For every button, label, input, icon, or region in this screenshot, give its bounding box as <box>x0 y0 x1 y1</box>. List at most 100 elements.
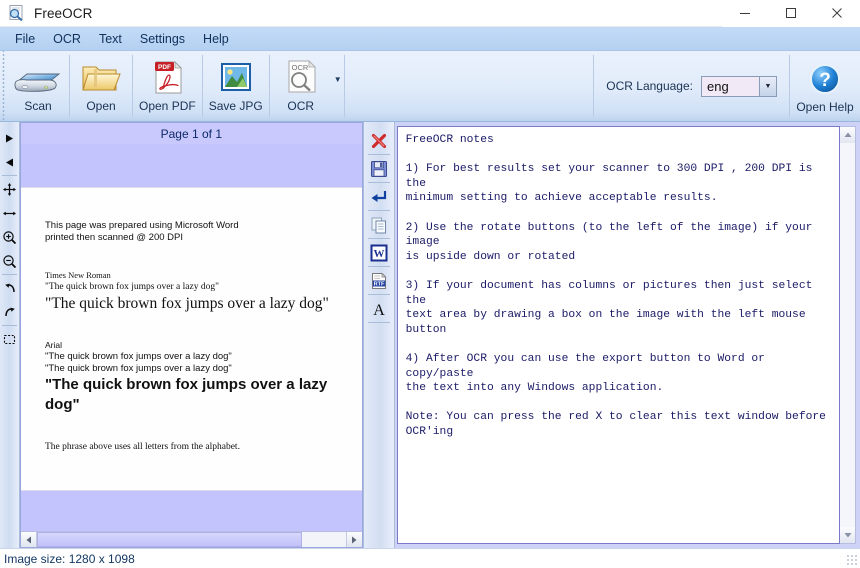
menu-file[interactable]: File <box>6 28 44 50</box>
ocr-language-label: OCR Language: <box>606 79 693 93</box>
ocr-dropdown-caret-icon[interactable]: ▼ <box>332 75 344 98</box>
copy-text-button[interactable] <box>365 211 393 238</box>
menu-ocr[interactable]: OCR <box>44 28 90 50</box>
work-area: Page 1 of 1 This page was prepared using… <box>0 122 860 548</box>
title-bar: FreeOCR <box>0 0 860 27</box>
svg-text:W: W <box>373 248 384 260</box>
menu-help[interactable]: Help <box>194 28 238 50</box>
scroll-thumb[interactable] <box>37 532 303 547</box>
scroll-track[interactable] <box>37 532 346 547</box>
toolbar-grip[interactable] <box>0 51 7 121</box>
open-pdf-button[interactable]: PDF Open PDF <box>133 51 202 121</box>
divider <box>2 325 17 326</box>
ocr-language-value: eng <box>707 78 729 94</box>
pan-button[interactable] <box>0 177 19 201</box>
save-jpg-button[interactable]: Save JPG <box>203 51 269 121</box>
svg-text:?: ? <box>819 70 831 91</box>
image-horizontal-scrollbar[interactable] <box>21 531 362 547</box>
select-region-button[interactable] <box>0 327 19 351</box>
doc-arial-large: "The quick brown fox jumps over a lazy d… <box>45 376 328 413</box>
save-jpg-label: Save JPG <box>208 99 263 113</box>
picture-icon <box>217 58 255 98</box>
open-help-button[interactable]: ? Open Help <box>790 51 860 121</box>
freeocr-window: FreeOCR File OCR Text Settings Help Scan… <box>0 0 860 568</box>
page-scroll-area[interactable]: This page was prepared using Microsoft W… <box>21 144 362 531</box>
scan-label: Scan <box>24 99 52 113</box>
ocr-language-group: OCR Language: eng ▼ <box>594 51 789 121</box>
scan-button[interactable]: Scan <box>7 51 69 121</box>
clear-text-button[interactable] <box>365 127 393 154</box>
doc-arial-small1: "The quick brown fox jumps over a lazy d… <box>45 351 232 362</box>
doc-arial-heading: Arial <box>45 340 63 350</box>
minimize-button[interactable] <box>722 0 768 27</box>
doc-arial-small2: "The quick brown fox jumps over a lazy d… <box>45 363 232 374</box>
svg-text:RTF: RTF <box>373 281 384 287</box>
text-tools-strip: W RTF A <box>362 122 395 548</box>
next-page-button[interactable] <box>0 126 19 150</box>
doc-times-heading: Times New Roman <box>45 270 111 280</box>
insert-newline-button[interactable] <box>365 183 393 210</box>
ocr-label: OCR <box>287 99 315 113</box>
open-label: Open <box>86 99 116 113</box>
ocr-button[interactable]: OCR OCR <box>270 56 332 116</box>
doc-times-large: "The quick brown fox jumps over a lazy d… <box>45 295 329 312</box>
image-size-status: Image size: 1280 x 1098 <box>4 551 135 566</box>
image-tools-strip <box>0 122 20 548</box>
app-icon <box>8 4 26 22</box>
svg-text:A: A <box>373 302 385 318</box>
doc-footer: The phrase above uses all letters from t… <box>45 442 240 452</box>
font-settings-button[interactable]: A <box>365 295 393 322</box>
menu-text[interactable]: Text <box>90 28 131 50</box>
zoom-in-button[interactable] <box>0 225 19 249</box>
export-rtf-button[interactable]: RTF <box>365 267 393 294</box>
open-help-label: Open Help <box>796 99 854 114</box>
resize-grip-icon[interactable] <box>846 554 858 566</box>
status-bar: Image size: 1280 x 1098 <box>0 548 860 568</box>
export-word-button[interactable]: W <box>365 239 393 266</box>
ocr-magnifier-icon: OCR <box>282 58 320 98</box>
ocr-text-panel: FreeOCR notes 1) For best results set yo… <box>394 122 860 548</box>
ocr-text-area[interactable]: FreeOCR notes 1) For best results set yo… <box>396 126 840 544</box>
divider <box>2 274 17 275</box>
zoom-out-button[interactable] <box>0 249 19 273</box>
doc-intro-line1: This page was prepared using Microsoft W… <box>45 220 239 231</box>
window-title: FreeOCR <box>34 5 93 21</box>
main-toolbar: Scan Open PDF Open PDF Save JPG OCR OCR … <box>0 51 860 122</box>
rotate-right-button[interactable] <box>0 300 19 324</box>
maximize-button[interactable] <box>768 0 814 27</box>
menu-settings[interactable]: Settings <box>131 28 194 50</box>
scroll-right-icon[interactable] <box>345 532 362 547</box>
blue-question-help-icon: ? <box>808 59 842 99</box>
scroll-up-icon[interactable] <box>840 127 855 143</box>
scroll-left-icon[interactable] <box>21 532 37 547</box>
divider <box>2 175 17 176</box>
close-button[interactable] <box>814 0 860 27</box>
chevron-down-icon[interactable]: ▼ <box>759 76 776 96</box>
save-text-button[interactable] <box>365 155 393 182</box>
scanned-page[interactable]: This page was prepared using Microsoft W… <box>21 188 362 490</box>
pdf-document-icon: PDF <box>147 58 187 98</box>
svg-text:OCR: OCR <box>291 63 308 72</box>
text-vertical-scrollbar[interactable] <box>840 126 856 544</box>
scroll-down-icon[interactable] <box>840 527 855 543</box>
scanner-icon <box>13 58 63 98</box>
svg-text:PDF: PDF <box>158 64 171 71</box>
scroll-track[interactable] <box>840 143 855 527</box>
ocr-language-select[interactable]: eng ▼ <box>701 75 777 97</box>
open-pdf-label: Open PDF <box>139 99 196 113</box>
image-preview-panel: Page 1 of 1 This page was prepared using… <box>20 122 363 548</box>
folder-open-icon <box>80 58 122 98</box>
rotate-left-button[interactable] <box>0 276 19 300</box>
previous-page-button[interactable] <box>0 150 19 174</box>
page-indicator: Page 1 of 1 <box>21 123 362 144</box>
ocr-button-group: OCR OCR ▼ <box>270 51 344 121</box>
fit-width-button[interactable] <box>0 201 19 225</box>
open-button[interactable]: Open <box>70 51 132 121</box>
divider <box>367 322 390 323</box>
doc-times-small: "The quick brown fox jumps over a lazy d… <box>45 282 219 292</box>
window-controls <box>722 0 860 27</box>
